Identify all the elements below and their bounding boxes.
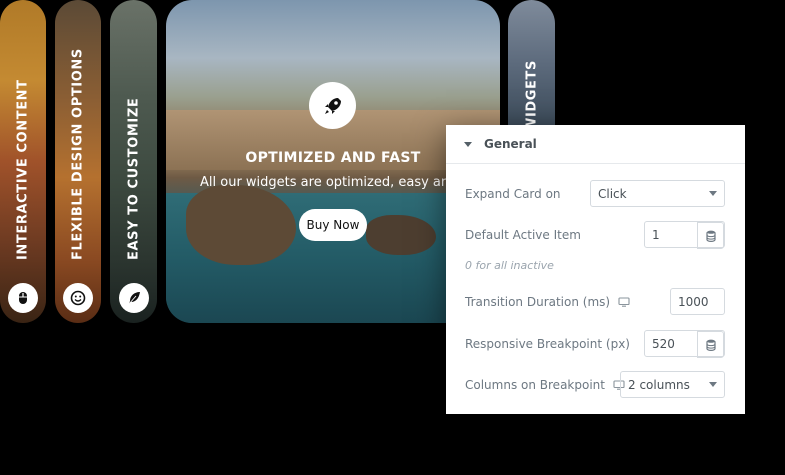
card-label: INTERACTIVE CONTENT [15,79,31,260]
columns-on-breakpoint-select[interactable]: 2 columns [620,371,725,398]
columns-on-breakpoint-label: Columns on Breakpoint [465,377,605,392]
default-active-item-input[interactable]: 1 [644,221,725,249]
section-header[interactable]: General [446,125,745,164]
accordion-card-interactive-content[interactable]: INTERACTIVE CONTENT [0,0,46,323]
columns-on-breakpoint-value: 2 columns [628,377,690,392]
expand-card-on-row: Expand Card on Click [465,180,725,207]
responsive-breakpoint-value: 520 [652,336,675,351]
transition-duration-value: 1000 [678,294,709,309]
chevron-down-icon [709,382,717,387]
monitor-icon[interactable] [618,296,630,307]
columns-on-breakpoint-row: Columns on Breakpoint 2 columns [465,371,725,398]
responsive-breakpoint-label: Responsive Breakpoint (px) [465,336,630,351]
feather-icon [118,283,149,313]
transition-duration-label: Transition Duration (ms) [465,294,611,309]
smiley-icon [63,283,93,313]
expand-card-on-select[interactable]: Click [590,180,725,207]
mouse-icon [8,283,38,313]
buy-now-button[interactable]: Buy Now [299,209,367,241]
default-active-item-hint: 0 for all inactive [465,259,554,272]
rock-shape [366,215,436,255]
caret-down-icon [464,141,472,147]
default-active-item-row: Default Active Item 1 [465,221,725,249]
expand-card-on-value: Click [598,186,627,201]
card-description: All our widgets are optimized, easy and … [200,175,475,190]
settings-panel: General Expand Card on Click Default Act… [446,125,745,414]
responsive-breakpoint-row: Responsive Breakpoint (px) 520 [465,330,725,358]
section-title: General [484,137,537,151]
chevron-down-icon [709,191,717,196]
responsive-breakpoint-input[interactable]: 520 [644,330,725,358]
database-icon[interactable] [697,331,724,358]
default-active-item-value: 1 [652,227,660,242]
accordion-card-easy-customize[interactable]: EASY TO CUSTOMIZE [110,0,157,323]
database-icon[interactable] [697,222,724,249]
rocket-icon [309,82,356,129]
accordion-card-flexible-design[interactable]: FLEXIBLE DESIGN OPTIONS [55,0,101,323]
default-active-item-label: Default Active Item [465,227,581,242]
transition-duration-input[interactable]: 1000 [670,288,725,315]
expand-card-on-label: Expand Card on [465,186,561,201]
card-label: FLEXIBLE DESIGN OPTIONS [70,48,86,260]
card-label: WIDGETS [524,60,539,132]
card-label: EASY TO CUSTOMIZE [126,97,141,260]
transition-duration-row: Transition Duration (ms) 1000 [465,288,725,315]
